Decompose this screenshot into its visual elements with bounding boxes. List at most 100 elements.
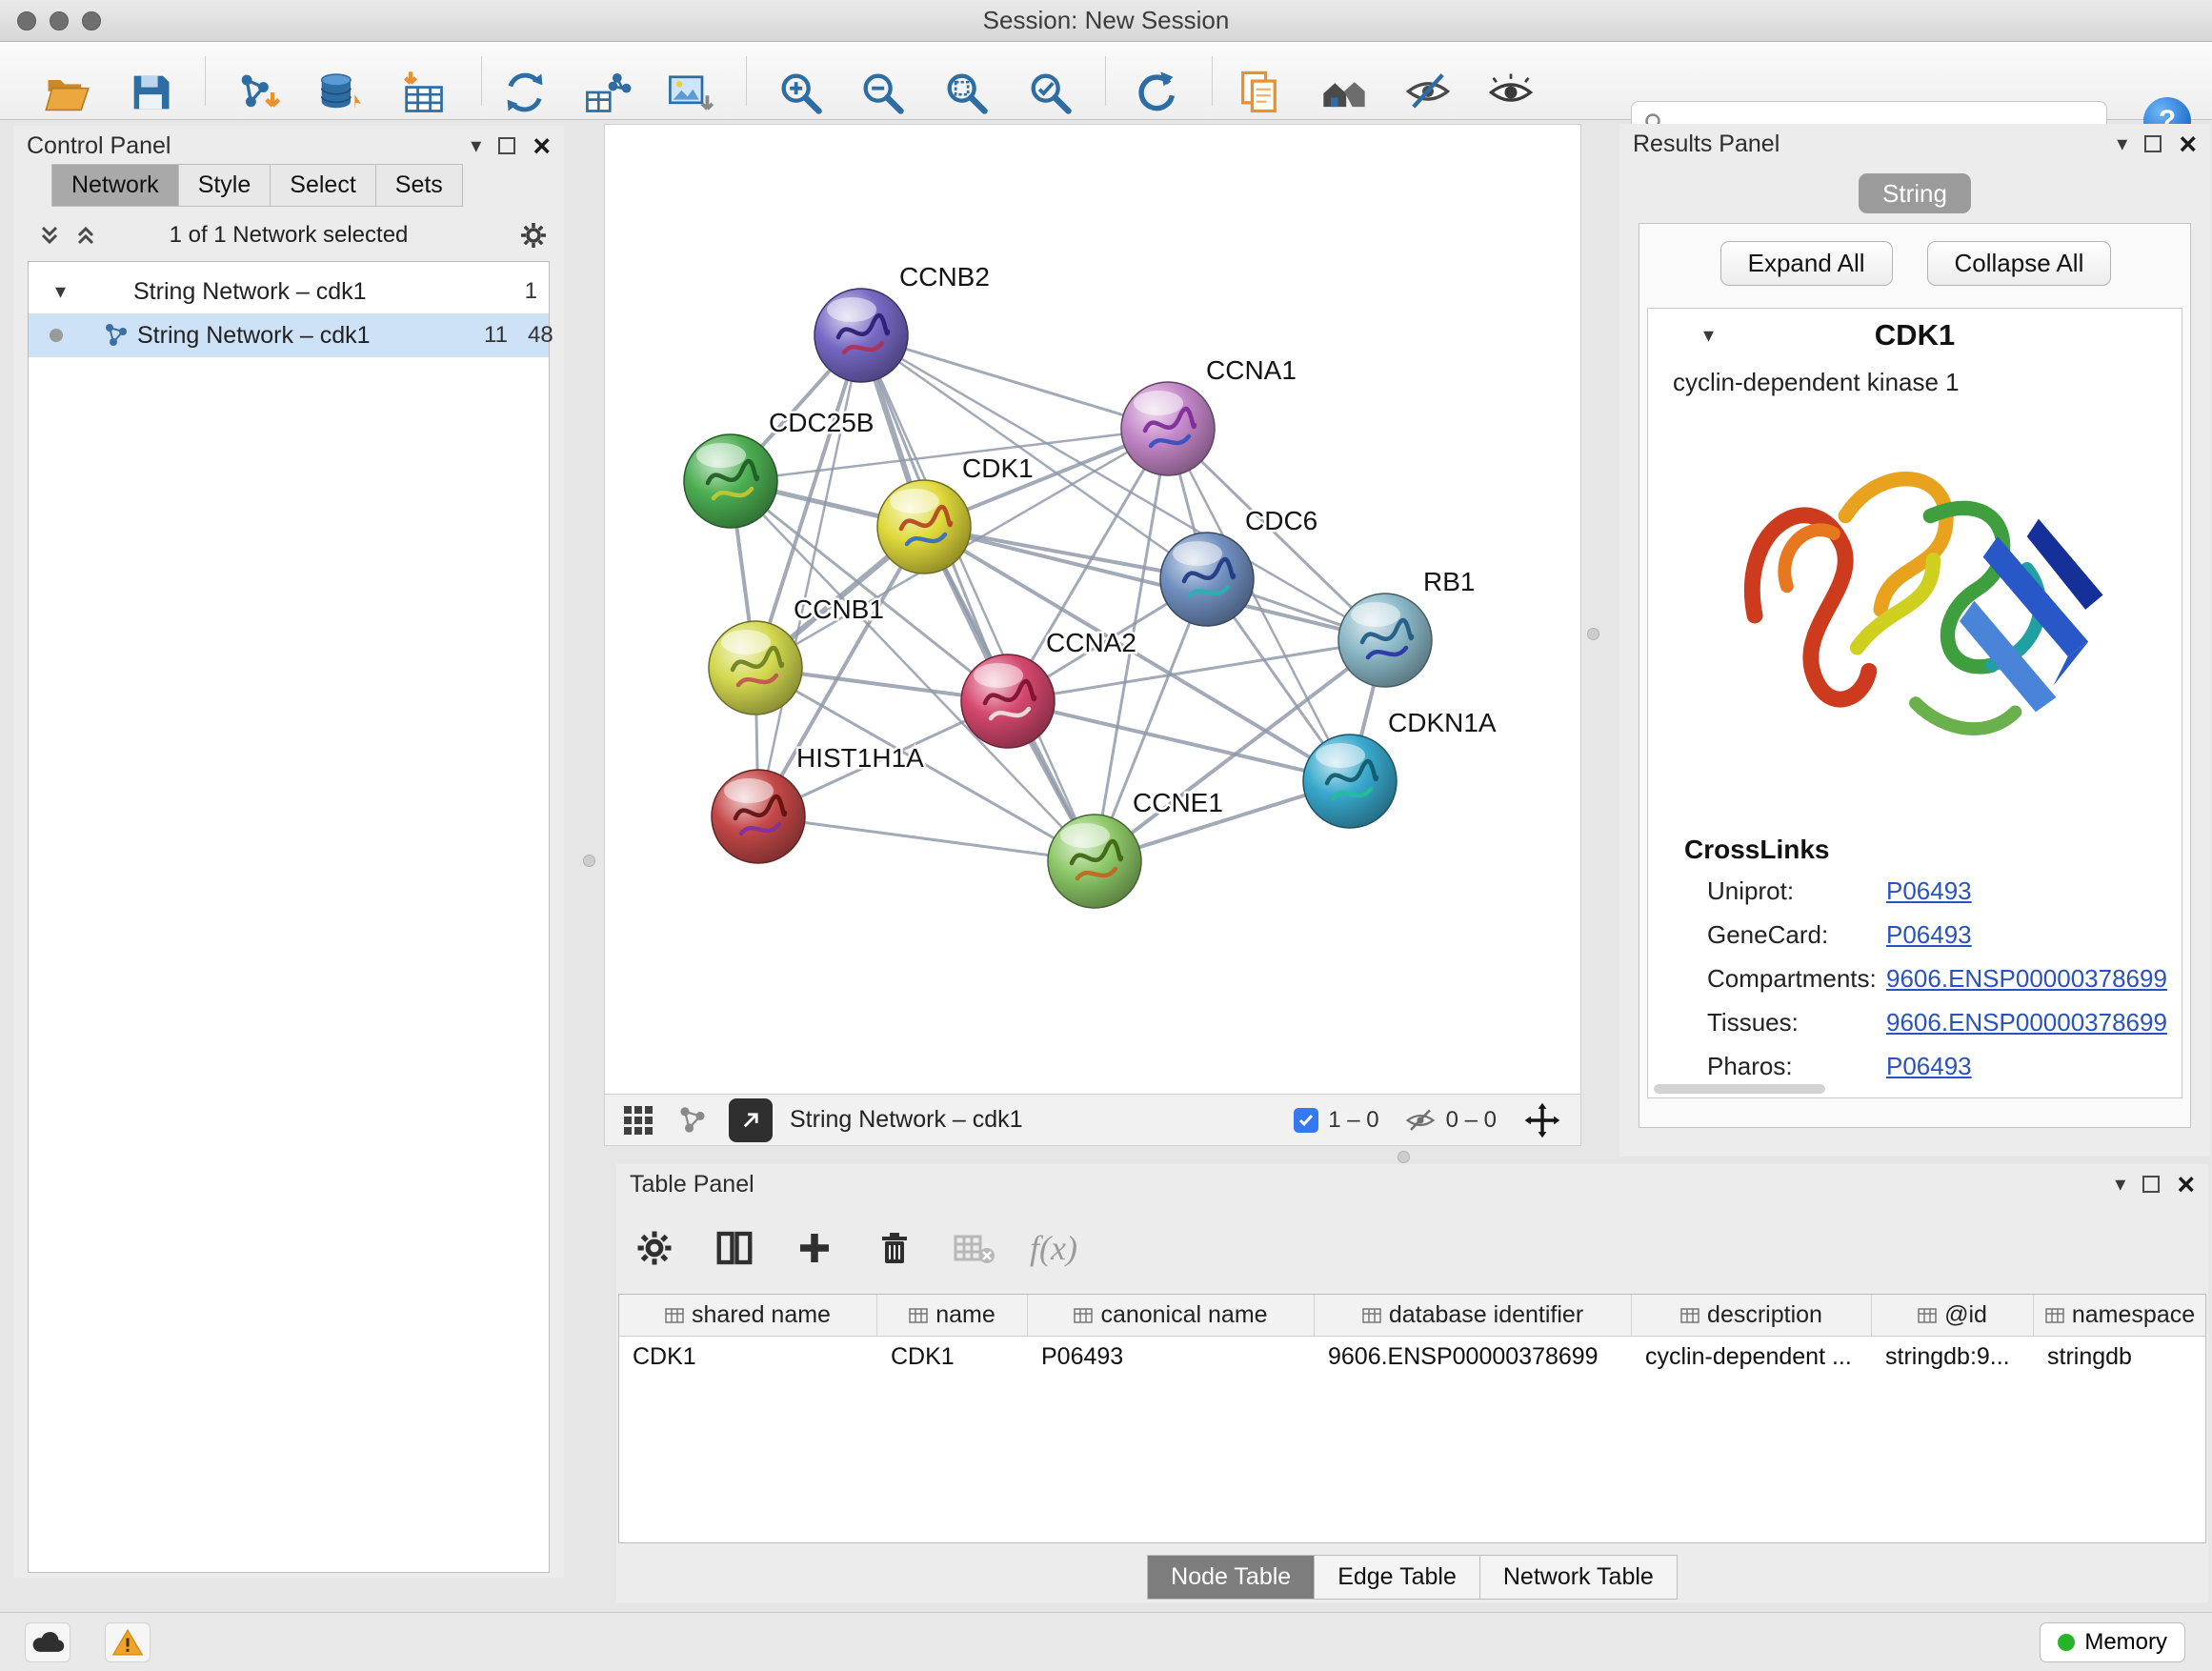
panel-close-icon[interactable]: × xyxy=(2177,1169,2195,1199)
refresh-icon[interactable] xyxy=(1125,62,1186,123)
tab-sets[interactable]: Sets xyxy=(376,164,463,207)
panel-float-icon[interactable] xyxy=(2144,135,2162,152)
panel-float-icon[interactable] xyxy=(498,137,515,154)
network-canvas[interactable]: CCNB2CCNA1CDC25BCDK1CDC6RB1CCNB1CCNA2CDK… xyxy=(604,124,1581,1094)
tab-edge-table[interactable]: Edge Table xyxy=(1315,1555,1480,1600)
crosslink-link[interactable]: P06493 xyxy=(1886,920,1972,950)
show-eye-icon[interactable] xyxy=(1480,62,1541,123)
network-glyph-icon[interactable] xyxy=(677,1105,708,1136)
network-collection-row[interactable]: ▾ String Network – cdk1 1 xyxy=(29,270,549,313)
gear-icon[interactable] xyxy=(518,220,549,251)
hide-eye-icon[interactable] xyxy=(1398,62,1458,123)
crosslink-link[interactable]: 9606.ENSP00000378699 xyxy=(1886,1008,2167,1037)
table-cell[interactable]: stringdb:9... xyxy=(1872,1337,2034,1379)
open-in-new-window-button[interactable] xyxy=(729,1098,773,1142)
column-header--id[interactable]: @id xyxy=(1872,1295,2034,1336)
expand-all-button[interactable]: Expand All xyxy=(1720,241,1893,286)
column-header-namespace[interactable]: namespace xyxy=(2034,1295,2206,1336)
add-column-plus-icon[interactable] xyxy=(790,1223,839,1273)
network-edge[interactable] xyxy=(861,335,1095,861)
table-cell[interactable]: 9606.ENSP00000378699 xyxy=(1315,1337,1632,1379)
show-columns-icon[interactable] xyxy=(710,1223,759,1273)
panel-menu-caret-icon[interactable]: ▾ xyxy=(2115,1174,2125,1195)
window-close-button[interactable] xyxy=(17,11,36,30)
hidden-elements-eye-icon[interactable] xyxy=(1404,1108,1437,1133)
clear-table-icon-disabled[interactable] xyxy=(950,1223,999,1273)
zoom-in-icon[interactable] xyxy=(770,62,831,123)
network-node-CDKN1A[interactable]: CDKN1A xyxy=(1303,708,1497,828)
table-cell[interactable]: CDK1 xyxy=(877,1337,1028,1379)
pan-crosshair-icon[interactable] xyxy=(1523,1101,1561,1139)
memory-button[interactable]: Memory xyxy=(2040,1622,2185,1662)
export-image-icon[interactable] xyxy=(659,62,720,123)
window-minimize-button[interactable] xyxy=(50,11,69,30)
crosslink-label: Uniprot: xyxy=(1707,876,1794,906)
panel-close-icon[interactable]: × xyxy=(2179,129,2197,159)
network-node-CCNB1[interactable]: CCNB1 xyxy=(709,594,884,715)
panel-float-icon[interactable] xyxy=(2142,1176,2160,1193)
tree-expand-caret-icon[interactable]: ▾ xyxy=(55,281,66,302)
panel-menu-caret-icon[interactable]: ▾ xyxy=(2117,133,2127,154)
gene-collapse-caret-icon[interactable]: ▾ xyxy=(1703,325,1714,346)
column-header-database-identifier[interactable]: database identifier xyxy=(1315,1295,1632,1336)
table-cell[interactable]: cyclin-dependent ... xyxy=(1632,1337,1872,1379)
tab-node-table[interactable]: Node Table xyxy=(1147,1555,1315,1600)
network-row-selected[interactable]: String Network – cdk1 11 48 xyxy=(29,313,549,357)
network-node-CDK1[interactable]: CDK1 xyxy=(877,453,1034,574)
network-from-selection-icon[interactable] xyxy=(494,62,555,123)
table-cell[interactable]: P06493 xyxy=(1028,1337,1315,1379)
birds-eye-grid-icon[interactable] xyxy=(622,1104,654,1137)
home-icon[interactable] xyxy=(1314,62,1375,123)
network-node-CCNA2[interactable]: CCNA2 xyxy=(961,628,1136,748)
tab-select[interactable]: Select xyxy=(271,164,375,207)
table-row[interactable]: CDK1CDK1P064939606.ENSP00000378699cyclin… xyxy=(619,1337,2205,1379)
window-maximize-button[interactable] xyxy=(82,11,101,30)
import-network-file-icon[interactable] xyxy=(228,62,289,123)
zoom-out-icon[interactable] xyxy=(852,62,913,123)
bottom-splitter-handle[interactable] xyxy=(1398,1151,1410,1163)
tab-network[interactable]: Network xyxy=(51,164,179,207)
warning-icon[interactable] xyxy=(105,1622,151,1662)
crosslink-link[interactable]: P06493 xyxy=(1886,1052,1972,1081)
function-builder-fx[interactable]: f(x) xyxy=(1030,1228,1077,1268)
network-table-icon[interactable] xyxy=(576,62,637,123)
import-table-icon[interactable] xyxy=(392,62,453,123)
network-node-CCNE1[interactable]: CCNE1 xyxy=(1048,788,1223,908)
crosslink-link[interactable]: 9606.ENSP00000378699 xyxy=(1886,964,2167,994)
cloud-icon[interactable] xyxy=(25,1622,70,1662)
tab-network-table[interactable]: Network Table xyxy=(1480,1555,1678,1600)
string-results-tab[interactable]: String xyxy=(1859,173,1971,213)
memory-label: Memory xyxy=(2084,1629,2167,1656)
copy-document-icon[interactable] xyxy=(1229,62,1290,123)
network-node-HIST1H1A[interactable]: HIST1H1A xyxy=(712,743,924,863)
save-session-icon[interactable] xyxy=(120,62,181,123)
open-session-icon[interactable] xyxy=(36,62,97,123)
horizontal-scrollbar[interactable] xyxy=(1654,1084,1825,1094)
network-edge[interactable] xyxy=(924,527,1385,640)
zoom-selected-icon[interactable] xyxy=(1019,62,1080,123)
import-network-database-icon[interactable] xyxy=(308,62,369,123)
crosslink-row: Uniprot: P06493 xyxy=(1648,876,2183,920)
zoom-fit-icon[interactable] xyxy=(935,62,996,123)
table-cell[interactable]: CDK1 xyxy=(619,1337,877,1379)
network-node-RB1[interactable]: RB1 xyxy=(1338,567,1475,687)
column-header-description[interactable]: description xyxy=(1632,1295,1872,1336)
column-header-canonical-name[interactable]: canonical name xyxy=(1028,1295,1315,1336)
network-edge[interactable] xyxy=(1008,701,1350,781)
network-edge[interactable] xyxy=(758,816,1095,861)
network-edge[interactable] xyxy=(861,335,1168,429)
column-header-shared-name[interactable]: shared name xyxy=(619,1295,877,1336)
panel-close-icon[interactable]: × xyxy=(533,131,551,161)
right-splitter-handle[interactable] xyxy=(1587,628,1599,640)
crosslink-link[interactable]: P06493 xyxy=(1886,876,1972,906)
table-settings-gear-icon[interactable] xyxy=(630,1223,679,1273)
left-splitter-handle[interactable] xyxy=(583,855,595,867)
panel-menu-caret-icon[interactable]: ▾ xyxy=(471,135,481,156)
network-node-CCNA1[interactable]: CCNA1 xyxy=(1121,355,1297,475)
selected-elements-checkbox[interactable] xyxy=(1294,1108,1318,1133)
tab-style[interactable]: Style xyxy=(179,164,271,207)
column-header-name[interactable]: name xyxy=(877,1295,1028,1336)
table-cell[interactable]: stringdb xyxy=(2034,1337,2206,1379)
collapse-all-button[interactable]: Collapse All xyxy=(1927,241,2112,286)
delete-column-trash-icon[interactable] xyxy=(870,1223,919,1273)
